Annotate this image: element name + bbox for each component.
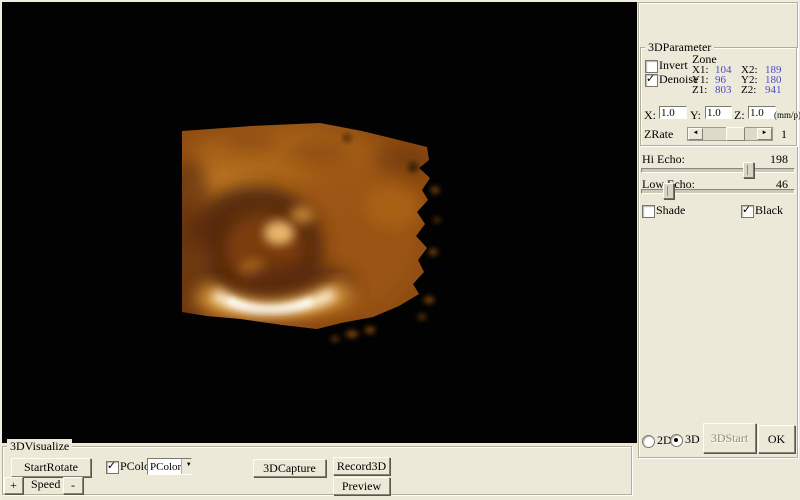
preview-button[interactable]: Preview: [333, 477, 390, 495]
pcolor-dropdown-value: PColor: [148, 461, 181, 473]
black-label: Black: [755, 204, 783, 217]
zrate-scrollbar[interactable]: ◄ ►: [687, 127, 773, 141]
record3d-button[interactable]: Record3D: [333, 457, 390, 475]
shade-checkbox[interactable]: [642, 205, 655, 218]
scale-unit-label: (mm/p): [774, 109, 800, 122]
render-viewport[interactable]: [2, 2, 637, 443]
hi-echo-value: 198: [770, 153, 788, 166]
hi-echo-slider-track[interactable]: [641, 168, 795, 173]
scale-y-label: Y:: [690, 109, 701, 122]
pcolor-check-icon: ✓: [107, 459, 116, 472]
shade-label: Shade: [656, 204, 685, 217]
scale-x-input[interactable]: [659, 106, 687, 119]
zone-z1-value: 803: [715, 84, 732, 97]
pcolor-dropdown-arrow-icon[interactable]: ▼: [181, 459, 195, 474]
zrate-label: ZRate: [644, 128, 673, 141]
zrate-scroll-left-icon[interactable]: ◄: [688, 128, 703, 140]
group-3dvisualize: 3DVisualize StartRotate + Speed - ✓ PCol…: [2, 446, 632, 495]
parameter-panel: 3DParameter Invert ✓ Denoise Zone X1: 10…: [637, 0, 800, 500]
black-check-icon: ✓: [742, 203, 751, 216]
scale-z-input[interactable]: [748, 106, 776, 119]
start-rotate-button[interactable]: StartRotate: [11, 458, 91, 477]
zrate-scroll-right-icon[interactable]: ►: [757, 128, 772, 140]
scale-z-label: Z:: [734, 109, 745, 122]
scale-x-label: X:: [644, 109, 656, 122]
visualize-bar: 3DVisualize StartRotate + Speed - ✓ PCol…: [0, 443, 637, 500]
mode-2d-radio[interactable]: [642, 435, 655, 448]
capture3d-button[interactable]: 3DCapture: [253, 459, 326, 477]
mode-3d-radio[interactable]: [670, 434, 683, 447]
hi-echo-slider-thumb[interactable]: [743, 162, 754, 178]
zrate-scroll-thumb[interactable]: [726, 127, 745, 141]
hi-echo-label: Hi Echo:: [642, 153, 685, 166]
scale-y-input[interactable]: [705, 106, 732, 119]
start3d-button[interactable]: 3DStart: [703, 423, 756, 453]
zrate-value: 1: [781, 128, 787, 141]
zone-z2-value: 941: [765, 84, 782, 97]
pcolor-checkbox[interactable]: ✓: [106, 461, 119, 474]
speed-label: Speed: [31, 478, 60, 491]
denoise-check-icon: ✓: [646, 72, 655, 85]
ultrasound-render: [2, 2, 637, 443]
group-3dparameter: 3DParameter Invert ✓ Denoise Zone X1: 10…: [640, 47, 797, 146]
speed-plus-button[interactable]: +: [4, 477, 23, 494]
denoise-checkbox[interactable]: ✓: [645, 74, 658, 87]
low-echo-slider-thumb[interactable]: [663, 183, 674, 199]
black-checkbox[interactable]: ✓: [741, 205, 754, 218]
speed-minus-button[interactable]: -: [63, 477, 83, 494]
zone-z2-label: Z2:: [741, 84, 756, 97]
zone-z1-label: Z1:: [692, 84, 707, 97]
pcolor-dropdown[interactable]: PColor ▼: [147, 458, 192, 475]
group-3dvisualize-title: 3DVisualize: [7, 439, 72, 453]
ok-button[interactable]: OK: [758, 425, 795, 453]
zrate-scroll-track[interactable]: [703, 128, 757, 140]
mode-3d-label: 3D: [685, 433, 700, 446]
invert-label: Invert: [659, 59, 688, 72]
